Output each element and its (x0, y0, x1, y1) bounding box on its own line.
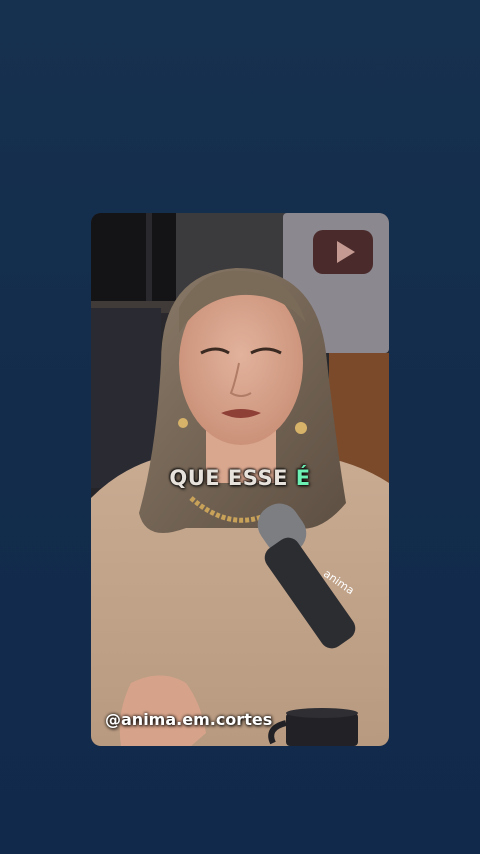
channel-handle: @anima.em.cortes (105, 710, 273, 729)
left-earring (178, 418, 188, 428)
window-dark (91, 213, 176, 308)
window-frame (146, 213, 152, 308)
caption-highlight-word: É (295, 466, 311, 490)
subtitle-caption: QUE ESSE É (91, 466, 389, 490)
right-earring (295, 422, 307, 434)
caption-text: QUE ESSE (169, 466, 296, 490)
video-player[interactable]: anima QUE ESSE É @anima.em.cortes (91, 213, 389, 746)
